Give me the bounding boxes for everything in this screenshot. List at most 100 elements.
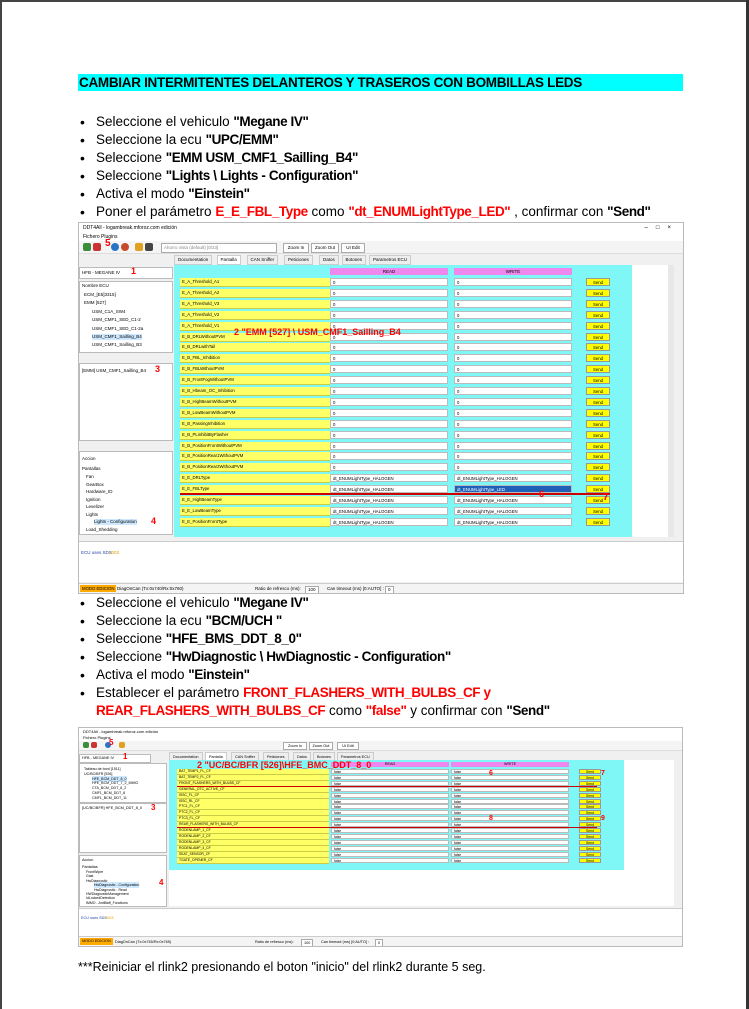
send-button[interactable]: Send [586,506,610,515]
write-value[interactable]: 0 [454,376,572,385]
write-value[interactable]: false [451,845,569,851]
send-button[interactable]: Send [586,517,610,526]
send-button[interactable]: Send [586,343,610,352]
write-value[interactable]: 0 [454,332,572,341]
send-button[interactable]: Send [586,288,610,297]
write-value[interactable]: 0 [454,397,572,406]
write-value[interactable]: 0 [454,441,572,450]
scrollbar[interactable] [668,265,674,537]
zoom-out-button[interactable]: Zoom Out [311,243,339,253]
write-value[interactable]: dt_ENUMLightType_HALOGEN [454,496,572,504]
write-value[interactable]: 0 [454,321,572,330]
settings-icon[interactable] [119,742,125,748]
ecu-list[interactable]: [EMM] USM_CMF1_Sailling_B4 [79,363,173,441]
tab-parametros-ecu[interactable]: Parametros ECU [369,255,412,265]
write-value[interactable]: false [451,816,569,822]
tree-item[interactable]: ECM_[E5]3315] [84,292,116,298]
write-value[interactable]: false [451,810,569,816]
tab-documentation[interactable]: Documentation [174,255,213,265]
write-value[interactable]: false [451,828,569,833]
refresh-icon[interactable] [111,243,119,251]
write-value[interactable]: dt_ENUMLightType_HALOGEN [454,474,572,483]
send-button[interactable]: Send [579,851,601,857]
send-button[interactable]: Send [579,798,601,804]
write-value[interactable]: 0 [454,343,572,352]
zoom-in-button[interactable]: Zoom In [283,742,307,750]
vehicle-selector[interactable]: HFB - MEGANE IV [79,267,173,279]
scan-icon[interactable] [91,742,97,748]
write-value[interactable]: 0 [454,419,572,428]
connect-icon[interactable] [83,243,91,251]
write-value[interactable]: false [451,857,569,863]
screen-item[interactable]: Load_Shedding [86,527,118,533]
tab-datos[interactable]: Datos [319,255,339,265]
tree-item[interactable]: USM_CMF1_SED_C1-2a [92,326,143,332]
write-value[interactable]: false [451,798,569,804]
refresh-input[interactable]: 100 [301,939,314,946]
screen-item[interactable]: Fan [86,474,94,480]
screen-item[interactable]: Lights [86,512,98,518]
screen-item[interactable]: IMMO - AntiBaff_Functions [86,900,128,906]
vehicle-selector[interactable]: HFB - MEGANE IV [79,754,151,763]
write-value[interactable]: false [451,774,569,780]
send-button[interactable]: Send [586,463,610,472]
selected-ecu[interactable]: [UC/BC/BFR] HFE_BCM_DDT_8_0 [82,805,142,811]
send-button[interactable]: Send [586,376,610,385]
tab-botones[interactable]: Botones [341,255,367,265]
write-value[interactable]: false [451,833,569,839]
tree-item[interactable]: EMM [527] [84,300,106,306]
send-button[interactable]: Send [586,430,610,439]
write-value[interactable]: 0 [454,310,572,319]
tree-item[interactable]: CMF1_BCM_DDT_11 [92,795,127,801]
send-button[interactable]: Send [579,816,601,822]
send-button[interactable]: Send [586,354,610,363]
ecu-tree[interactable]: Tableau de bord [1511] UC/BC/BFR [526] HFE… [79,763,167,803]
write-value[interactable]: 0 [454,387,572,395]
send-button[interactable]: Send [579,786,601,792]
send-button[interactable]: Send [586,387,610,395]
stop-icon[interactable] [121,243,129,251]
write-value[interactable]: false [451,792,569,798]
tree-item[interactable]: USM_CMF1_Sailling_B3 [92,342,142,348]
zoom-in-button[interactable]: Zoom In [283,243,309,253]
ui-edit-button[interactable]: UI Edit [341,243,365,253]
write-value[interactable]: 0 [454,278,572,286]
screen-item[interactable]: Levelizer [86,504,104,510]
can-timeout-input[interactable]: 0 [385,586,394,593]
send-button[interactable]: Send [579,839,601,845]
write-value[interactable]: false [451,804,569,810]
send-button[interactable]: Send [579,857,601,863]
tree-item[interactable]: USM_CMF1_SED_C1-2 [92,317,141,323]
send-button[interactable]: Send [586,408,610,417]
send-button[interactable]: Send [579,804,601,810]
write-value[interactable]: false [451,786,569,792]
camera-icon[interactable] [145,243,153,251]
write-value[interactable]: dt_ENUMLightType_LED [454,485,572,494]
send-button[interactable]: Send [579,792,601,798]
write-value[interactable]: false [451,839,569,845]
write-value[interactable]: dt_ENUMLightType_HALOGEN [454,517,572,526]
send-button[interactable]: Send [586,321,610,330]
screens-tree[interactable]: Accion Pantallas FrontWiper Gast HwDiagnos… [79,855,167,907]
write-value[interactable]: false [451,851,569,857]
send-button[interactable]: Send [586,332,610,341]
write-value[interactable]: 0 [454,288,572,297]
tree-item[interactable]: USM_CMF1_Sailling_B4 [92,334,142,340]
write-value[interactable]: 0 [454,452,572,461]
screen-item[interactable]: GearBox [86,482,104,488]
send-button[interactable]: Send [586,278,610,286]
write-value[interactable]: 0 [454,354,572,363]
send-button[interactable]: Send [579,774,601,780]
write-value[interactable]: dt_ENUMLightType_HALOGEN [454,506,572,515]
write-value[interactable]: false [451,769,569,774]
tab-peticiones[interactable]: Peticiones [284,255,313,265]
connect-icon[interactable] [83,742,89,748]
write-value[interactable]: 0 [454,408,572,417]
write-value[interactable]: 0 [454,430,572,439]
tree-item[interactable]: USM_C1A_SW4 [92,309,126,315]
send-button[interactable]: Send [579,828,601,833]
zoom-out-button[interactable]: Zoom Out [309,742,333,750]
send-button[interactable]: Send [579,833,601,839]
write-value[interactable]: 0 [454,365,572,374]
send-button[interactable]: Send [586,397,610,406]
